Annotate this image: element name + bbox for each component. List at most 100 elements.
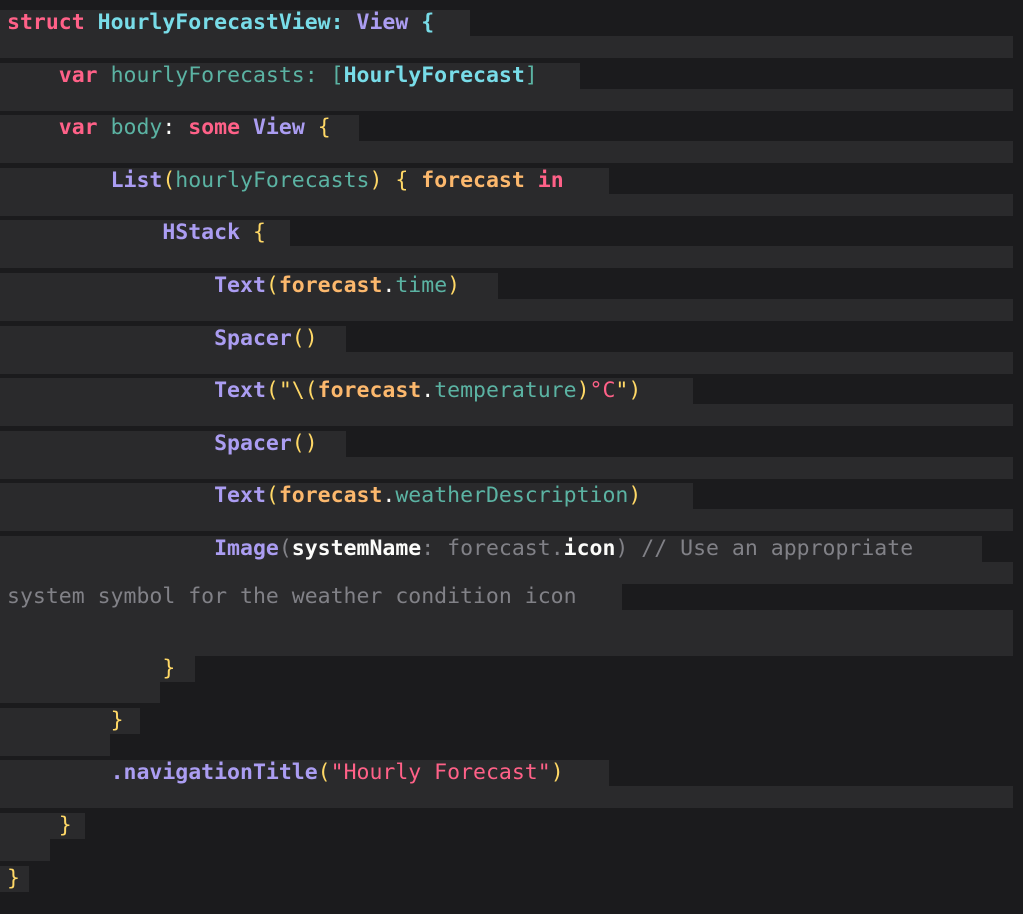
code-line: Text("\(forecast.temperature)°C") xyxy=(0,378,693,404)
line-gap xyxy=(0,141,1013,163)
code-line: .navigationTitle("Hourly Forecast") xyxy=(0,760,609,786)
code-token: ("\( xyxy=(265,378,318,403)
code-editor[interactable]: struct HourlyForecastView: View { var ho… xyxy=(0,0,1023,914)
code-token: HourlyForecastView xyxy=(97,10,331,35)
code-token: ( xyxy=(162,168,176,193)
code-token: () xyxy=(291,431,318,456)
code-token: in xyxy=(537,168,564,193)
code-token: .navigationTitle xyxy=(110,760,318,785)
code-token: system symbol for the weather condition … xyxy=(7,584,577,609)
code-token: Text xyxy=(214,378,266,403)
code-token: } xyxy=(58,813,72,838)
code-token: Image xyxy=(214,536,279,561)
code-token: ") xyxy=(615,378,642,403)
code-token: forecast xyxy=(421,168,525,193)
code-line: } xyxy=(0,813,85,839)
line-gap xyxy=(0,786,1013,808)
code-token: } xyxy=(110,708,124,733)
code-token: . xyxy=(382,273,396,298)
code-token: { xyxy=(240,220,266,245)
code-token: () xyxy=(291,326,318,351)
code-token: forecast xyxy=(278,483,383,508)
code-token: weatherDescription xyxy=(395,483,629,508)
code-token: hourlyForecasts xyxy=(175,168,370,193)
code-token: ( xyxy=(278,536,292,561)
line-gap xyxy=(0,610,1013,656)
code-token: } xyxy=(162,656,176,681)
code-token: . xyxy=(421,378,435,403)
code-token: HStack xyxy=(162,220,241,245)
code-token: ) xyxy=(550,760,564,785)
line-gap xyxy=(0,89,1013,111)
code-token: View xyxy=(252,115,305,140)
code-token: forecast xyxy=(317,378,422,403)
code-line: var hourlyForecasts: [HourlyForecast] xyxy=(0,63,580,89)
line-gap xyxy=(0,509,1013,531)
code-line: Image(systemName: forecast.icon) // Use … xyxy=(0,536,982,562)
line-gap xyxy=(0,457,1013,479)
scrollbar-track[interactable] xyxy=(1013,655,1023,914)
code-token: { xyxy=(408,10,435,35)
code-token: ) xyxy=(576,378,590,403)
code-line: Spacer() xyxy=(0,326,346,352)
code-token: some xyxy=(188,115,241,140)
code-token: var xyxy=(58,115,98,140)
code-token: View xyxy=(356,10,409,35)
code-token: : xyxy=(162,115,189,140)
code-token: forecast xyxy=(278,273,383,298)
line-gap xyxy=(0,404,1013,426)
code-token: ) xyxy=(628,483,642,508)
code-token: body xyxy=(97,115,163,140)
code-line: } xyxy=(0,708,140,734)
code-token: Spacer xyxy=(214,326,292,351)
line-gap xyxy=(0,36,1013,58)
code-token: : xyxy=(330,10,357,35)
code-token: : forecast. xyxy=(421,536,564,561)
code-token: Text xyxy=(214,483,266,508)
code-token: ) // Use an appropriate xyxy=(615,536,914,561)
code-line: } xyxy=(0,656,195,682)
code-token: ( xyxy=(265,273,279,298)
code-token: { xyxy=(304,115,331,140)
code-line: List(hourlyForecasts) { forecast in xyxy=(0,168,609,194)
line-gap xyxy=(0,562,1013,584)
line-gap xyxy=(0,299,1013,321)
line-gap xyxy=(0,734,110,756)
code-token: hourlyForecasts: [ xyxy=(97,63,344,88)
code-token: } xyxy=(7,866,20,891)
code-token: icon xyxy=(563,536,616,561)
code-line: struct HourlyForecastView: View { xyxy=(0,10,470,36)
code-token: Text xyxy=(214,273,266,298)
code-token: ( xyxy=(317,760,331,785)
code-token: systemName xyxy=(291,536,422,561)
line-gap xyxy=(0,194,1013,216)
scrollbar-track[interactable] xyxy=(1013,10,1023,632)
code-token: HourlyForecast xyxy=(343,63,525,88)
code-token: °C xyxy=(589,378,616,403)
code-line: Text(forecast.weatherDescription) xyxy=(0,483,693,509)
code-token: var xyxy=(58,63,98,88)
code-line: system symbol for the weather condition … xyxy=(0,584,622,610)
code-line: } xyxy=(0,866,29,892)
code-token: temperature xyxy=(434,378,577,403)
code-token: . xyxy=(382,483,396,508)
code-token: ) { xyxy=(369,168,422,193)
code-token: ) xyxy=(447,273,461,298)
code-token: Spacer xyxy=(214,431,292,456)
line-gap xyxy=(0,681,160,703)
code-token: ( xyxy=(265,483,279,508)
code-line: var body: some View { xyxy=(0,115,359,141)
code-token: "Hourly Forecast" xyxy=(330,760,551,785)
